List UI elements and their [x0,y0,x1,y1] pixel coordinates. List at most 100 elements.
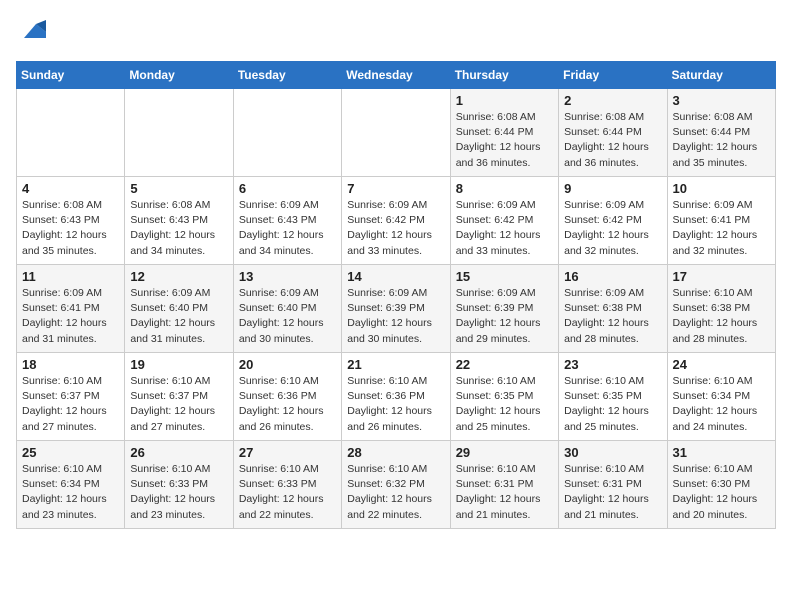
table-row [342,89,450,177]
day-number: 22 [456,357,553,372]
week-row-1: 1 Sunrise: 6:08 AM Sunset: 6:44 PM Daylig… [17,89,776,177]
day-number: 19 [130,357,227,372]
day-number: 4 [22,181,119,196]
day-info: Sunrise: 6:08 AM Sunset: 6:44 PM Dayligh… [673,110,770,171]
header-wednesday: Wednesday [342,62,450,89]
day-info: Sunrise: 6:09 AM Sunset: 6:39 PM Dayligh… [456,286,553,347]
day-number: 30 [564,445,661,460]
table-row: 21 Sunrise: 6:10 AM Sunset: 6:36 PM Dayli… [342,353,450,441]
day-info: Sunrise: 6:10 AM Sunset: 6:30 PM Dayligh… [673,462,770,523]
day-number: 2 [564,93,661,108]
day-info: Sunrise: 6:10 AM Sunset: 6:37 PM Dayligh… [130,374,227,435]
table-row: 1 Sunrise: 6:08 AM Sunset: 6:44 PM Daylig… [450,89,558,177]
week-row-4: 18 Sunrise: 6:10 AM Sunset: 6:37 PM Dayli… [17,353,776,441]
header-sunday: Sunday [17,62,125,89]
table-row: 31 Sunrise: 6:10 AM Sunset: 6:30 PM Dayli… [667,441,775,529]
table-row: 7Sunrise: 6:09 AM Sunset: 6:42 PM Daylig… [342,177,450,265]
day-number: 28 [347,445,444,460]
day-info: Sunrise: 6:09 AM Sunset: 6:41 PM Dayligh… [673,198,770,259]
header-friday: Friday [559,62,667,89]
day-info: Sunrise: 6:10 AM Sunset: 6:34 PM Dayligh… [673,374,770,435]
header-row: SundayMondayTuesdayWednesdayThursdayFrid… [17,62,776,89]
table-row: 9 Sunrise: 6:09 AM Sunset: 6:42 PM Daylig… [559,177,667,265]
week-row-5: 25 Sunrise: 6:10 AM Sunset: 6:34 PM Dayli… [17,441,776,529]
table-row: 12 Sunrise: 6:09 AM Sunset: 6:40 PM Dayli… [125,265,233,353]
day-number: 25 [22,445,119,460]
day-number: 21 [347,357,444,372]
day-info: Sunrise: 6:10 AM Sunset: 6:31 PM Dayligh… [564,462,661,523]
day-info: Sunrise: 6:09 AM Sunset: 6:39 PM Dayligh… [347,286,444,347]
page-header [16,16,776,49]
logo-icon [18,16,46,44]
day-info: Sunrise: 6:10 AM Sunset: 6:37 PM Dayligh… [22,374,119,435]
day-number: 29 [456,445,553,460]
table-row: 22 Sunrise: 6:10 AM Sunset: 6:35 PM Dayli… [450,353,558,441]
day-number: 18 [22,357,119,372]
table-row: 20Sunrise: 6:10 AM Sunset: 6:36 PM Dayli… [233,353,341,441]
day-number: 14 [347,269,444,284]
header-monday: Monday [125,62,233,89]
table-row: 23 Sunrise: 6:10 AM Sunset: 6:35 PM Dayli… [559,353,667,441]
day-info: Sunrise: 6:10 AM Sunset: 6:32 PM Dayligh… [347,462,444,523]
calendar-table: SundayMondayTuesdayWednesdayThursdayFrid… [16,61,776,529]
day-number: 3 [673,93,770,108]
day-info: Sunrise: 6:08 AM Sunset: 6:43 PM Dayligh… [22,198,119,259]
table-row [233,89,341,177]
table-row: 18 Sunrise: 6:10 AM Sunset: 6:37 PM Dayli… [17,353,125,441]
table-row: 24 Sunrise: 6:10 AM Sunset: 6:34 PM Dayli… [667,353,775,441]
day-number: 13 [239,269,336,284]
day-info: Sunrise: 6:10 AM Sunset: 6:34 PM Dayligh… [22,462,119,523]
day-number: 1 [456,93,553,108]
day-number: 16 [564,269,661,284]
day-info: Sunrise: 6:09 AM Sunset: 6:40 PM Dayligh… [130,286,227,347]
day-info: Sunrise: 6:09 AM Sunset: 6:42 PM Dayligh… [564,198,661,259]
table-row: 26Sunrise: 6:10 AM Sunset: 6:33 PM Dayli… [125,441,233,529]
table-row: 8Sunrise: 6:09 AM Sunset: 6:42 PM Daylig… [450,177,558,265]
week-row-3: 11 Sunrise: 6:09 AM Sunset: 6:41 PM Dayli… [17,265,776,353]
table-row: 3 Sunrise: 6:08 AM Sunset: 6:44 PM Daylig… [667,89,775,177]
table-row: 5Sunrise: 6:08 AM Sunset: 6:43 PM Daylig… [125,177,233,265]
day-info: Sunrise: 6:08 AM Sunset: 6:43 PM Dayligh… [130,198,227,259]
table-row [125,89,233,177]
table-row: 10 Sunrise: 6:09 AM Sunset: 6:41 PM Dayli… [667,177,775,265]
header-thursday: Thursday [450,62,558,89]
day-number: 10 [673,181,770,196]
day-info: Sunrise: 6:09 AM Sunset: 6:38 PM Dayligh… [564,286,661,347]
day-number: 27 [239,445,336,460]
table-row: 25 Sunrise: 6:10 AM Sunset: 6:34 PM Dayli… [17,441,125,529]
table-row: 16 Sunrise: 6:09 AM Sunset: 6:38 PM Dayli… [559,265,667,353]
table-row: 6 Sunrise: 6:09 AM Sunset: 6:43 PM Daylig… [233,177,341,265]
table-row: 28 Sunrise: 6:10 AM Sunset: 6:32 PM Dayli… [342,441,450,529]
table-row: 15 Sunrise: 6:09 AM Sunset: 6:39 PM Dayli… [450,265,558,353]
day-info: Sunrise: 6:10 AM Sunset: 6:33 PM Dayligh… [130,462,227,523]
day-number: 12 [130,269,227,284]
day-number: 31 [673,445,770,460]
day-number: 23 [564,357,661,372]
day-info: Sunrise: 6:09 AM Sunset: 6:40 PM Dayligh… [239,286,336,347]
day-number: 20 [239,357,336,372]
day-info: Sunrise: 6:10 AM Sunset: 6:35 PM Dayligh… [456,374,553,435]
table-row: 30 Sunrise: 6:10 AM Sunset: 6:31 PM Dayli… [559,441,667,529]
day-number: 9 [564,181,661,196]
day-number: 24 [673,357,770,372]
day-info: Sunrise: 6:08 AM Sunset: 6:44 PM Dayligh… [456,110,553,171]
day-info: Sunrise: 6:08 AM Sunset: 6:44 PM Dayligh… [564,110,661,171]
day-number: 6 [239,181,336,196]
table-row: 19 Sunrise: 6:10 AM Sunset: 6:37 PM Dayli… [125,353,233,441]
day-info: Sunrise: 6:10 AM Sunset: 6:31 PM Dayligh… [456,462,553,523]
table-row: 2 Sunrise: 6:08 AM Sunset: 6:44 PM Daylig… [559,89,667,177]
day-number: 17 [673,269,770,284]
logo [16,16,46,49]
day-info: Sunrise: 6:10 AM Sunset: 6:36 PM Dayligh… [347,374,444,435]
day-info: Sunrise: 6:09 AM Sunset: 6:43 PM Dayligh… [239,198,336,259]
day-info: Sunrise: 6:09 AM Sunset: 6:41 PM Dayligh… [22,286,119,347]
day-info: Sunrise: 6:09 AM Sunset: 6:42 PM Dayligh… [456,198,553,259]
header-tuesday: Tuesday [233,62,341,89]
table-row: 14 Sunrise: 6:09 AM Sunset: 6:39 PM Dayli… [342,265,450,353]
day-info: Sunrise: 6:10 AM Sunset: 6:38 PM Dayligh… [673,286,770,347]
table-row: 11 Sunrise: 6:09 AM Sunset: 6:41 PM Dayli… [17,265,125,353]
day-info: Sunrise: 6:10 AM Sunset: 6:35 PM Dayligh… [564,374,661,435]
day-number: 15 [456,269,553,284]
table-row: 17 Sunrise: 6:10 AM Sunset: 6:38 PM Dayli… [667,265,775,353]
day-number: 11 [22,269,119,284]
